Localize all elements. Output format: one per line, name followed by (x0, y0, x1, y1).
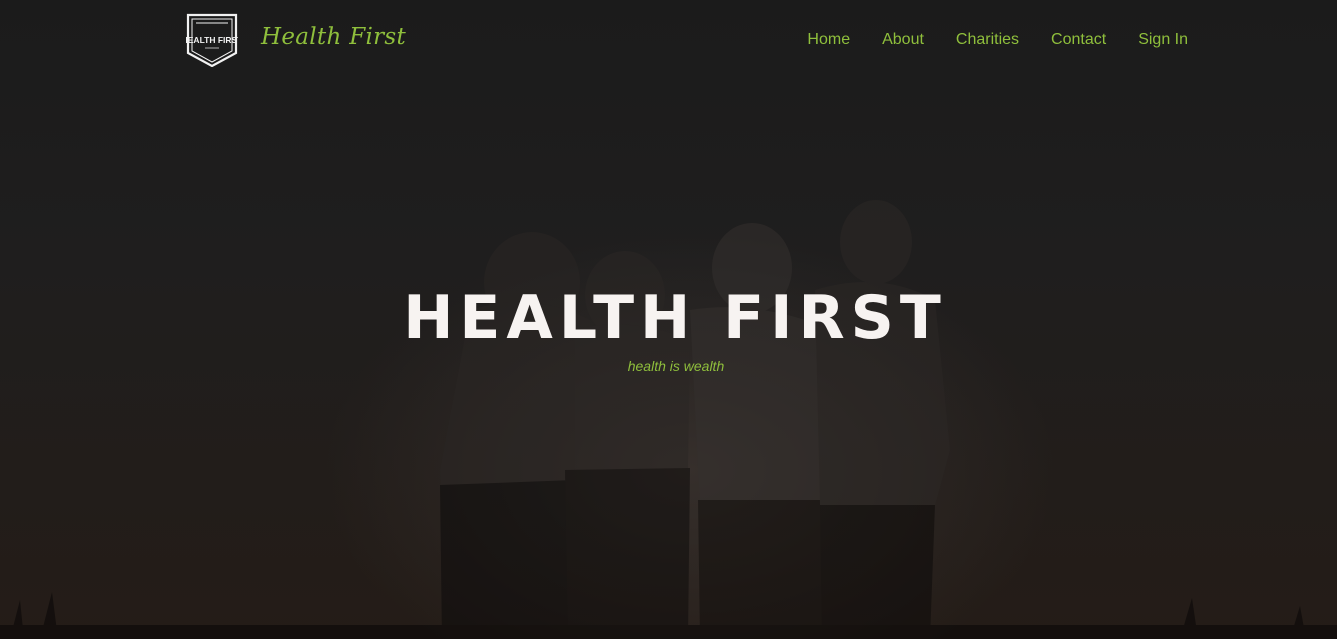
nav-link-sign-in[interactable]: Sign In (1138, 30, 1188, 50)
health-first-logo-icon[interactable]: HEALTH FIRST (186, 13, 238, 67)
hero-title: HEALTH FIRST (403, 283, 947, 353)
brand-name[interactable]: Health First (261, 24, 406, 50)
hero-subtitle: health is wealth (627, 358, 725, 374)
nav-menu: Home About Charities Contact Sign In (807, 30, 1188, 50)
navbar: HEALTH FIRST Health First Home About Cha… (0, 0, 1337, 80)
hero-section: HEALTH FIRST Health First Home About Cha… (0, 0, 1337, 639)
nav-link-home[interactable]: Home (807, 30, 850, 50)
logo-text: HEALTH FIRST (186, 35, 238, 45)
nav-link-about[interactable]: About (882, 30, 924, 50)
nav-link-charities[interactable]: Charities (956, 30, 1019, 50)
nav-link-contact[interactable]: Contact (1051, 30, 1106, 50)
